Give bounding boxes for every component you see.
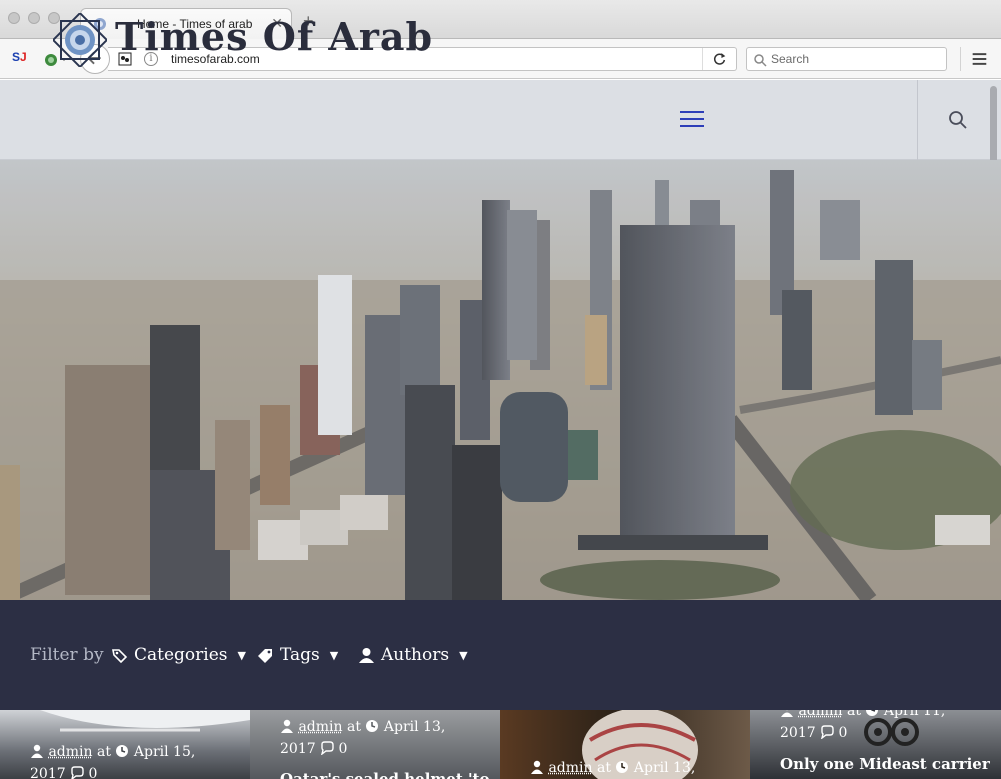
- site-title[interactable]: Times Of Arab: [115, 14, 433, 59]
- post-date[interactable]: April 15,: [134, 744, 195, 760]
- extension-label-accent: J: [20, 50, 27, 64]
- post-comment-count[interactable]: 0: [839, 725, 848, 741]
- clock-icon: [616, 761, 629, 773]
- header-divider: [917, 80, 918, 160]
- post-meta: admin at April 13,: [530, 757, 695, 779]
- post-grid: admin at April 15, 2017 0 admin at April…: [0, 710, 1001, 779]
- user-icon: [31, 744, 43, 758]
- post-year[interactable]: 2017: [780, 725, 816, 741]
- post-card[interactable]: admin at April 13,: [500, 710, 750, 779]
- filter-bar: Filter by Categories ▼ Tags ▼ Authors ▼: [0, 600, 1001, 710]
- post-title-link[interactable]: Qatar's sealed helmet 'to: [280, 770, 490, 779]
- comment-icon: [321, 741, 334, 755]
- extension-label: S: [12, 50, 21, 64]
- search-icon: [754, 54, 767, 67]
- post-date[interactable]: April 11,: [884, 710, 945, 719]
- clock-icon: [116, 745, 129, 757]
- filter-label: Filter by: [30, 645, 104, 665]
- user-icon: [281, 719, 293, 733]
- extension-button[interactable]: SJ: [12, 50, 27, 64]
- post-title-link[interactable]: Only one Mideast carrier: [780, 755, 990, 773]
- user-icon: [531, 760, 543, 774]
- post-card[interactable]: admin at April 15, 2017 0: [0, 710, 250, 779]
- post-comment-count[interactable]: 0: [339, 741, 348, 757]
- comment-icon: [821, 725, 834, 739]
- hero-image-city-skyline: [0, 160, 1001, 600]
- filter-authors-dropdown[interactable]: Authors ▼: [358, 644, 468, 666]
- chevron-down-icon: ▼: [329, 648, 339, 662]
- categories-icon: [112, 648, 128, 663]
- search-placeholder: Search: [771, 52, 810, 66]
- site-search-icon[interactable]: [948, 110, 968, 130]
- post-author-link[interactable]: admin: [298, 719, 342, 735]
- post-year[interactable]: 2017: [280, 741, 316, 757]
- clock-icon: [866, 710, 879, 716]
- filter-tags-dropdown[interactable]: Tags ▼: [257, 644, 338, 666]
- post-year[interactable]: 2017: [30, 766, 66, 779]
- post-meta-at: at: [596, 760, 611, 776]
- post-meta-at: at: [846, 710, 861, 719]
- post-author-link[interactable]: admin: [548, 760, 592, 776]
- user-icon: [359, 647, 374, 663]
- post-card[interactable]: admin at April 13, 2017 0 Qatar's sealed…: [250, 710, 500, 779]
- browser-menu-icon[interactable]: [960, 47, 996, 71]
- post-comment-count[interactable]: 0: [89, 766, 98, 779]
- site-menu-hamburger-icon[interactable]: [680, 111, 704, 129]
- chevron-down-icon: ▼: [237, 648, 246, 662]
- reload-icon[interactable]: [702, 48, 736, 70]
- filter-categories-label: Categories: [134, 645, 228, 665]
- user-icon: [781, 710, 793, 717]
- post-author-link[interactable]: admin: [48, 744, 92, 760]
- post-card[interactable]: admin at April 11, 2017 0 Only one Midea…: [750, 710, 1001, 779]
- filter-authors-label: Authors: [381, 645, 450, 665]
- post-meta: admin at April 13, 2017 0: [280, 716, 445, 760]
- post-date[interactable]: April 13,: [384, 719, 445, 735]
- post-meta-at: at: [346, 719, 361, 735]
- post-author-link[interactable]: admin: [798, 710, 842, 719]
- chevron-down-icon: ▼: [459, 648, 468, 662]
- tag-icon: [258, 648, 272, 663]
- window-minimize-button[interactable]: [28, 12, 40, 24]
- site-header: [0, 80, 1001, 160]
- window-close-button[interactable]: [8, 12, 20, 24]
- filter-tags-label: Tags: [280, 645, 320, 665]
- post-date[interactable]: April 13,: [634, 760, 695, 776]
- filter-categories-dropdown[interactable]: Categories ▼: [111, 644, 246, 666]
- comment-icon: [71, 766, 84, 779]
- post-meta: admin at April 11, 2017 0: [780, 710, 945, 744]
- browser-search-field[interactable]: Search: [746, 47, 947, 71]
- clock-icon: [366, 720, 379, 732]
- post-meta-at: at: [96, 744, 111, 760]
- site-logo-icon[interactable]: [53, 13, 107, 67]
- post-meta: admin at April 15, 2017 0: [30, 741, 195, 779]
